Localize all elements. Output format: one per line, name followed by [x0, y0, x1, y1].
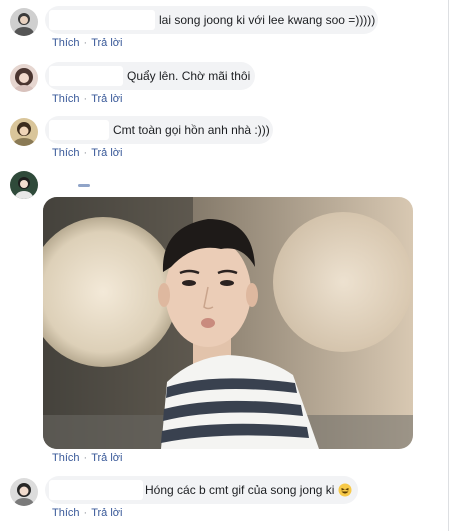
- reply-link[interactable]: Trả lời: [91, 93, 122, 105]
- comment-bubble: Cmt toàn gọi hồn anh nhà :))): [45, 116, 273, 144]
- comment-actions: Thích · Trả lời: [52, 452, 122, 464]
- commenter-avatar[interactable]: [10, 118, 38, 146]
- reply-link[interactable]: Trả lời: [91, 452, 122, 464]
- commenter-avatar[interactable]: [10, 478, 38, 506]
- laughing-emoji-icon: [338, 483, 352, 497]
- separator: ·: [83, 452, 88, 464]
- like-link[interactable]: Thích: [52, 93, 80, 105]
- comment-bubble: Hóng các b cmt gif của song jong ki: [45, 476, 358, 504]
- comment-actions: Thích · Trả lời: [52, 37, 122, 49]
- commenter-avatar[interactable]: [10, 171, 38, 199]
- comment-actions: Thích · Trả lời: [52, 93, 122, 105]
- reply-link[interactable]: Trả lời: [91, 147, 122, 159]
- separator: ·: [83, 147, 88, 159]
- reply-link[interactable]: Trả lời: [91, 37, 122, 49]
- comment-text-content: Hóng các b cmt gif của song jong ki: [145, 483, 335, 497]
- comment-text: Quẩy lên. Chờ mãi thôi: [127, 69, 251, 83]
- comment-bubble: lai song joong ki với lee kwang soo =)))…: [45, 6, 378, 34]
- like-link[interactable]: Thích: [52, 147, 80, 159]
- comment-actions: Thích · Trả lời: [52, 507, 122, 519]
- comment-text: lai song joong ki với lee kwang soo =)))…: [159, 13, 376, 27]
- like-link[interactable]: Thích: [52, 37, 80, 49]
- gif-attachment[interactable]: [43, 197, 413, 449]
- commenter-avatar[interactable]: [10, 8, 38, 36]
- comment-bubble: Quẩy lên. Chờ mãi thôi: [45, 62, 255, 90]
- author-name-redacted: [78, 184, 90, 187]
- separator: ·: [83, 93, 88, 105]
- comment-actions: Thích · Trả lời: [52, 147, 122, 159]
- separator: ·: [83, 37, 88, 49]
- comment-text: Cmt toàn gọi hồn anh nhà :))): [113, 123, 270, 137]
- separator: ·: [83, 507, 88, 519]
- reply-link[interactable]: Trả lời: [91, 507, 122, 519]
- like-link[interactable]: Thích: [52, 452, 80, 464]
- like-link[interactable]: Thích: [52, 507, 80, 519]
- comment-text: Hóng các b cmt gif của song jong ki: [145, 476, 352, 504]
- author-name-redacted: [49, 120, 109, 140]
- author-name-redacted: [49, 480, 143, 500]
- author-name-redacted: [49, 10, 155, 30]
- author-name-redacted: [49, 66, 123, 86]
- commenter-avatar[interactable]: [10, 64, 38, 92]
